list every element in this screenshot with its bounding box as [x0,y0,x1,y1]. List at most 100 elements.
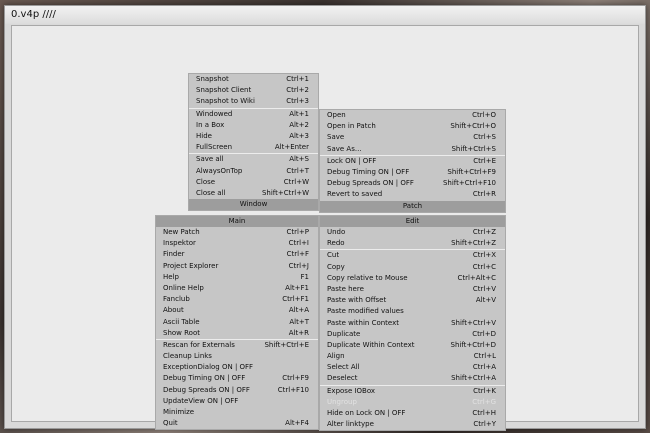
menu-item-shortcut: Shift+Ctrl+O [450,122,496,131]
menu-item-minimize[interactable]: Minimize [156,407,318,418]
menu-item-label: ExceptionDialog ON | OFF [163,363,254,372]
window-title: 0.v4p //// [5,6,645,24]
menu-item-label: Paste with Offset [327,296,387,305]
menu-item-finder[interactable]: Finder Ctrl+F [156,249,318,260]
menu-item-label: Cleanup Links [163,352,212,361]
menu-item-shortcut: Alt+Enter [274,143,309,152]
menu-item-shortcut: Ctrl+H [472,409,496,417]
menu-item-shortcut: Ctrl+A [472,363,496,372]
menu-item-snapshot-client[interactable]: Snapshot Client Ctrl+2 [189,85,318,96]
menu-item-label: Windowed [196,109,233,118]
menu-item-debug-timing-on-off[interactable]: Debug Timing ON | OFF Ctrl+F9 [156,373,318,384]
menu-item-help[interactable]: Help F1 [156,272,318,283]
menu-item-label: Lock ON | OFF [327,156,377,165]
menu-item-label: Inspektor [163,239,196,248]
menu-item-hide[interactable]: Hide Alt+3 [189,131,318,142]
menu-item-shortcut: Ctrl+F10 [277,385,309,394]
menu-item-close-all[interactable]: Close all Shift+Ctrl+W [189,188,318,199]
menu-item-exceptiondialog-on-off[interactable]: ExceptionDialog ON | OFF [156,362,318,373]
menu-item-shortcut: Ctrl+C [472,262,496,271]
menu-item-expose-iobox[interactable]: Expose IOBox Ctrl+K [320,386,505,397]
menu-item-cut[interactable]: Cut Ctrl+X [320,250,505,261]
menu-item-snapshot[interactable]: Snapshot Ctrl+1 [189,74,318,85]
menu-item-undo[interactable]: Undo Ctrl+Z [320,227,505,238]
menu-item-deselect[interactable]: Deselect Shift+Ctrl+A [320,373,505,384]
menu-item-shortcut: Alt+F4 [285,419,309,428]
menu-item-shortcut: Ctrl+K [473,386,496,395]
menu-item-shortcut: Ctrl+X [472,251,496,260]
menu-item-new-patch[interactable]: New Patch Ctrl+P [156,227,318,238]
menu-item-copy[interactable]: Copy Ctrl+C [320,262,505,273]
menu-item-fanclub[interactable]: Fanclub Ctrl+F1 [156,294,318,305]
menu-item-redo[interactable]: Redo Shift+Ctrl+Z [320,238,505,249]
menu-item-shortcut: Alt+V [475,296,496,305]
menu-item-ascii-table[interactable]: Ascii Table Alt+T [156,317,318,328]
menu-item-shortcut: Ctrl+W [283,177,309,186]
menu-item-shortcut: Ctrl+Z [472,228,496,236]
menu-item-close[interactable]: Close Ctrl+W [189,177,318,188]
menu-item-open[interactable]: Open Ctrl+O [320,110,505,121]
menu-item-paste-modified-values[interactable]: Paste modified values [320,306,505,317]
menu-item-debug-spreads-on-off[interactable]: Debug Spreads ON | OFF Shift+Ctrl+F10 [320,178,505,189]
menu-item-label: Debug Spreads ON | OFF [327,179,414,188]
menu-item-duplicate-within-context[interactable]: Duplicate Within Context Shift+Ctrl+D [320,340,505,351]
menu-item-alter-linktype[interactable]: Alter linktype Ctrl+Y [320,419,505,430]
menu-item-label: Paste within Context [327,318,399,327]
menu-item-debug-timing-on-off[interactable]: Debug Timing ON | OFF Shift+Ctrl+F9 [320,167,505,178]
menu-item-paste-here[interactable]: Paste here Ctrl+V [320,284,505,295]
menu-item-label: Duplicate Within Context [327,340,415,349]
menu-item-windowed[interactable]: Windowed Alt+1 [189,109,318,120]
menu-item-paste-within-context[interactable]: Paste within Context Shift+Ctrl+V [320,318,505,329]
menu-item-shortcut: Ctrl+L [473,352,496,361]
menu-item-label: In a Box [196,120,225,129]
menu-item-shortcut: Ctrl+Y [473,420,496,429]
menu-item-quit[interactable]: Quit Alt+F4 [156,418,318,429]
menu-item-label: Select All [327,363,360,372]
menu-item-shortcut: Ctrl+P [286,228,309,236]
menu-item-label: Project Explorer [163,261,219,270]
menu-item-label: Open [327,111,346,119]
menu-item-shortcut: Shift+Ctrl+F10 [442,179,496,188]
menu-item-about[interactable]: About Alt+A [156,305,318,316]
patch-canvas[interactable]: Snapshot Ctrl+1 Snapshot Client Ctrl+2 Snaps… [11,25,639,432]
menu-item-shortcut: Shift+Ctrl+F9 [447,167,496,176]
menu-item-shortcut: Ctrl+D [472,329,496,338]
menu-item-label: Snapshot [196,75,229,83]
menu-item-fullscreen[interactable]: FullScreen Alt+Enter [189,142,318,153]
menu-item-label: Snapshot to Wiki [196,97,255,106]
menu-item-debug-spreads-on-off[interactable]: Debug Spreads ON | OFF Ctrl+F10 [156,385,318,396]
menu-item-shortcut: Alt+T [289,317,309,326]
menu-item-label: Copy relative to Mouse [327,273,408,282]
menu-item-snapshot-to-wiki[interactable]: Snapshot to Wiki Ctrl+3 [189,96,318,107]
menu-item-shortcut: Alt+F1 [285,283,309,292]
menu-item-label: Redo [327,239,345,248]
menu-item-save-as[interactable]: Save As... Shift+Ctrl+S [320,144,505,155]
menu-item-open-in-patch[interactable]: Open in Patch Shift+Ctrl+O [320,121,505,132]
menu-item-select-all[interactable]: Select All Ctrl+A [320,362,505,373]
menu-item-alwaysontop[interactable]: AlwaysOnTop Ctrl+T [189,166,318,177]
menu-item-lock-on-off[interactable]: Lock ON | OFF Ctrl+E [320,156,505,167]
menu-item-cleanup-links[interactable]: Cleanup Links [156,351,318,362]
menu-item-updateview-on-off[interactable]: UpdateView ON | OFF [156,396,318,407]
app-window: 0.v4p //// Snapshot Ctrl+1 Snapshot Client… [4,5,646,432]
menu-item-in-a-box[interactable]: In a Box Alt+2 [189,120,318,131]
menu-item-show-root[interactable]: Show Root Alt+R [156,328,318,339]
menu-item-hide-on-lock-on-off[interactable]: Hide on Lock ON | OFF Ctrl+H [320,408,505,419]
menu-item-inspektor[interactable]: Inspektor Ctrl+I [156,238,318,249]
menu-item-shortcut: Ctrl+J [288,261,309,270]
menu-item-label: New Patch [163,228,200,236]
menu-item-label: Online Help [163,283,204,292]
menu-item-paste-with-offset[interactable]: Paste with Offset Alt+V [320,295,505,306]
menu-item-rescan-for-externals[interactable]: Rescan for Externals Shift+Ctrl+E [156,340,318,351]
menu-item-revert-to-saved[interactable]: Revert to saved Ctrl+R [320,189,505,200]
menu-item-duplicate[interactable]: Duplicate Ctrl+D [320,329,505,340]
menu-item-online-help[interactable]: Online Help Alt+F1 [156,283,318,294]
menu-item-label: Minimize [163,408,195,416]
menu-item-align[interactable]: Align Ctrl+L [320,351,505,362]
menu-item-save-all[interactable]: Save all Alt+S [189,154,318,165]
menu-item-copy-relative-to-mouse[interactable]: Copy relative to Mouse Ctrl+Alt+C [320,273,505,284]
menu-item-shortcut: Ctrl+R [472,190,496,199]
menu-item-label: Save [327,133,345,142]
menu-item-project-explorer[interactable]: Project Explorer Ctrl+J [156,261,318,272]
menu-item-save[interactable]: Save Ctrl+S [320,132,505,143]
